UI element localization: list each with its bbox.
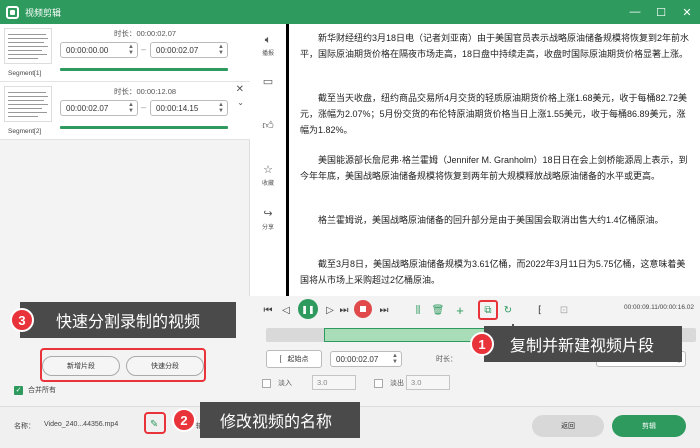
thumbs-up-icon[interactable]: 👍︎ <box>254 120 282 134</box>
callout-badge: 3 <box>10 308 34 332</box>
highlight-box <box>144 412 166 434</box>
close-button[interactable]: ✕ <box>674 0 700 24</box>
minimize-button[interactable]: — <box>622 0 648 24</box>
return-button[interactable]: 返回 <box>532 415 604 437</box>
side-toolbar: 🔈︎ 播报 ▭ 👍︎ ☆ 收藏 ↪ 分享 <box>250 24 286 296</box>
crop-icon[interactable]: ⊡ <box>556 302 572 318</box>
time-readout: 00:00:09.11/00:00:16.02 <box>624 304 694 311</box>
segment-end-input[interactable]: 00:00:02.07 ▲ ▼ <box>150 42 228 58</box>
refresh-icon[interactable]: ↻ <box>500 302 516 318</box>
segment-end-input[interactable]: 00:00:14.15 ▲ ▼ <box>150 100 228 116</box>
share-icon[interactable]: ↪ 分享 <box>254 208 282 231</box>
highlight-box <box>40 348 206 382</box>
segment-start-input[interactable]: 00:00:00.00 ▲ ▼ <box>60 42 138 58</box>
segment-thumbnail <box>4 86 52 122</box>
segments-panel: Segment[1] 时长：00:00:02.07 00:00:00.00 ▲ ▼ … <box>0 24 250 296</box>
start-time-input[interactable]: 00:00:02.07 ▲ ▼ <box>330 351 402 367</box>
merge-all-label: 合并所有 <box>28 387 56 394</box>
title-bar: 视频剪辑 — ☐ ✕ <box>0 0 700 24</box>
segment-duration: 时长：00:00:12.08 <box>113 87 177 96</box>
duplicate-segment-icon[interactable]: ⧉ <box>478 300 498 320</box>
add-icon[interactable]: + <box>452 302 468 318</box>
frame-back-icon[interactable]: ◁ <box>278 302 294 318</box>
fade-out-label: 淡出 <box>390 380 404 387</box>
callout-badge: 2 <box>172 408 196 432</box>
start-point-button[interactable]: [ 起始点 <box>266 350 322 368</box>
callout-badge: 1 <box>470 332 494 356</box>
document-paragraph: 美国能源部长詹尼弗·格兰霍姆（Jennifer M. Granholm）18日日… <box>300 155 688 181</box>
segment-label: Segment[2] <box>8 128 42 135</box>
star-icon[interactable]: ☆ 收藏 <box>254 164 282 187</box>
name-label: 名称： <box>14 423 35 430</box>
stop-button[interactable] <box>354 300 372 318</box>
document-paragraph: 截至3月8日，美国战略原油储备规模为3.61亿桶，而2022年3月11日为5.7… <box>300 259 686 285</box>
window-title: 视频剪辑 <box>25 7 62 18</box>
fade-out-input[interactable]: 3.0 <box>406 375 450 390</box>
document-paragraph: 截至当天收盘，纽约商品交易所4月交货的轻质原油期货价格上涨1.68美元，收于每桶… <box>300 93 688 135</box>
fade-out-checkbox[interactable] <box>374 379 383 388</box>
document-paragraph: 格兰霍姆说，美国战略原油储备的回升部分是由于美国国会取消出售大约1.4亿桶原油。 <box>318 215 664 225</box>
segment-progress <box>60 68 228 71</box>
bracket-icon[interactable]: ⁅ <box>532 302 548 318</box>
chevron-down-icon[interactable]: ⌄ <box>237 98 244 107</box>
maximize-button[interactable]: ☐ <box>648 0 674 24</box>
speaker-icon[interactable]: 🔈︎ 播报 <box>254 34 282 57</box>
segment-start-input[interactable]: 00:00:02.07 ▲ ▼ <box>60 100 138 116</box>
callout-3: 快速分割录制的视频 <box>20 302 236 338</box>
callout-2: 修改视频的名称 <box>200 402 360 438</box>
segment-item[interactable]: Segment[2] 时长：00:00:12.08 ✕ ⌄ 00:00:02.0… <box>0 82 250 140</box>
fade-in-input[interactable]: 3.0 <box>312 375 356 390</box>
segment-item[interactable]: Segment[1] 时长：00:00:02.07 00:00:00.00 ▲ ▼ … <box>0 24 250 82</box>
video-preview: 新华财经纽约3月18日电（记者刘亚南）由于美国官员表示战略原油储备规模将恢复到2… <box>286 24 700 296</box>
fade-settings: 淡入 3.0 淡出 3.0 <box>250 374 700 394</box>
close-icon[interactable]: ✕ <box>236 84 244 95</box>
document-paragraph: 新华财经纽约3月18日电（记者刘亚南）由于美国官员表示战略原油储备规模将恢复到2… <box>300 33 690 59</box>
merge-all-checkbox[interactable]: ✓ <box>14 386 23 395</box>
skip-start-icon[interactable]: ⏮ <box>260 302 276 318</box>
delete-icon[interactable]: 🗑︎ <box>430 302 446 318</box>
split-icon[interactable]: ⫼ <box>410 302 426 318</box>
fade-in-label: 淡入 <box>278 380 292 387</box>
segment-label: Segment[1] <box>8 70 42 77</box>
skip-end-icon[interactable]: ⏭ <box>336 302 352 318</box>
comment-icon[interactable]: ▭ <box>254 76 282 90</box>
pause-button[interactable]: ❚❚ <box>298 299 318 319</box>
next-icon[interactable]: ⏭ <box>376 302 392 318</box>
cut-button[interactable]: 剪辑 <box>612 415 686 437</box>
callout-1: 复制并新建视频片段 <box>484 326 682 362</box>
window-controls: — ☐ ✕ <box>622 0 700 24</box>
app-icon <box>6 5 19 19</box>
segment-thumbnail <box>4 28 52 64</box>
fade-in-checkbox[interactable] <box>262 379 271 388</box>
name-value: Video_240...44356.mp4 <box>44 421 119 428</box>
duration-label: 时长： <box>436 356 457 363</box>
segment-duration: 时长：00:00:02.07 <box>113 29 177 38</box>
segment-progress <box>60 126 228 129</box>
